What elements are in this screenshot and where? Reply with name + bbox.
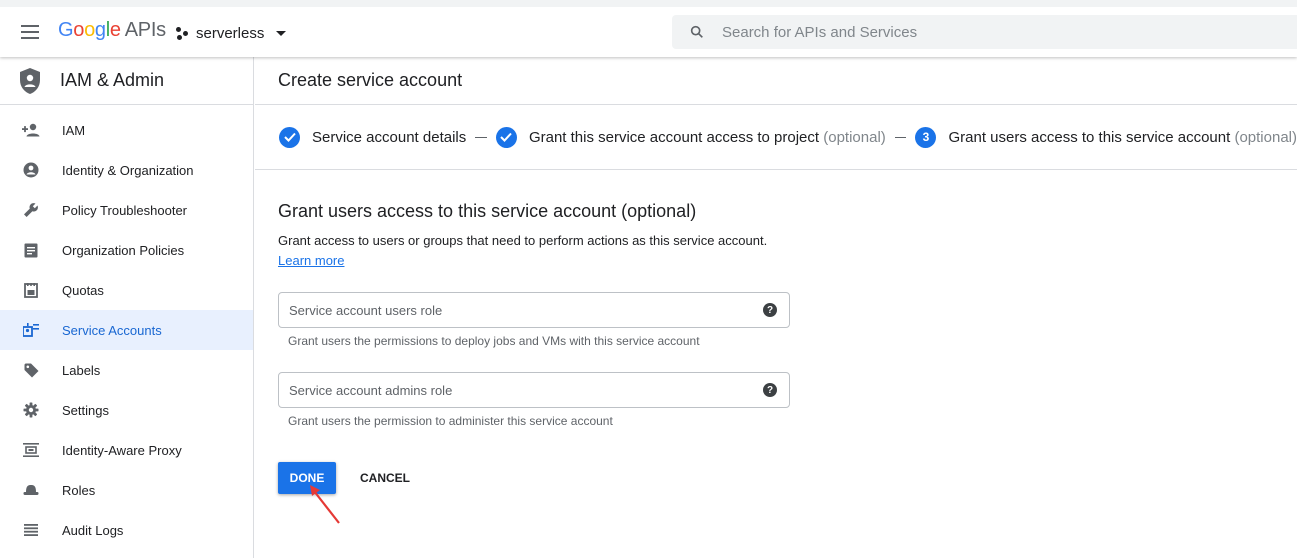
help-icon[interactable]: ? xyxy=(763,303,777,317)
sidebar: IAM & Admin IAM Identity & Organization … xyxy=(0,57,254,558)
project-icon xyxy=(176,26,190,40)
logo-letter: e xyxy=(109,19,121,41)
form-actions: DONE CANCEL xyxy=(278,462,1297,494)
sidebar-item-label: Settings xyxy=(62,402,109,418)
sidebar-item-label: Identity-Aware Proxy xyxy=(62,442,182,458)
admins-role-group: ? Grant users the permission to administ… xyxy=(278,372,1297,428)
person-add-icon xyxy=(0,123,62,137)
service-account-icon xyxy=(0,323,62,337)
check-circle-icon xyxy=(495,126,517,148)
step-connector xyxy=(894,136,907,138)
sidebar-item-identity-organization[interactable]: Identity & Organization xyxy=(0,150,253,190)
step-label-text: Grant users access to this service accou… xyxy=(948,128,1231,146)
document-icon xyxy=(0,243,62,258)
logo-suffix: APIs xyxy=(124,19,166,41)
step-2[interactable]: Grant this service account access to pro… xyxy=(495,126,886,148)
sidebar-item-quotas[interactable]: Quotas xyxy=(0,270,253,310)
stepper: Service account details Grant this servi… xyxy=(255,105,1297,170)
project-selector[interactable]: serverless xyxy=(176,21,287,45)
help-icon[interactable]: ? xyxy=(763,383,777,397)
cancel-button[interactable]: CANCEL xyxy=(360,471,410,485)
proxy-icon xyxy=(0,443,62,457)
step-3[interactable]: 3 Grant users access to this service acc… xyxy=(915,126,1297,148)
users-role-input[interactable] xyxy=(289,302,729,318)
sidebar-item-organization-policies[interactable]: Organization Policies xyxy=(0,230,253,270)
list-icon xyxy=(0,524,62,536)
logo-letter: o xyxy=(84,19,95,41)
sidebar-item-label: Roles xyxy=(62,482,96,498)
sidebar-nav: IAM Identity & Organization Policy Troub… xyxy=(0,105,253,550)
learn-more-link[interactable]: Learn more xyxy=(278,253,344,268)
step-number: 3 xyxy=(915,126,937,148)
step-label-text: Grant this service account access to pro… xyxy=(528,128,820,146)
wrench-icon xyxy=(0,202,62,218)
sidebar-item-roles[interactable]: Roles xyxy=(0,470,253,510)
main-content: Create service account Service account d… xyxy=(255,57,1297,558)
account-circle-icon xyxy=(0,162,62,178)
search-input[interactable] xyxy=(722,23,1282,41)
sidebar-item-identity-aware-proxy[interactable]: Identity-Aware Proxy xyxy=(0,430,253,470)
form-section: Grant users access to this service accou… xyxy=(255,170,1297,494)
step-label: Grant users access to this service accou… xyxy=(948,129,1297,146)
step-label: Grant this service account access to pro… xyxy=(529,129,886,146)
logo-letter: o xyxy=(73,19,85,41)
shield-icon xyxy=(0,67,60,95)
sidebar-item-settings[interactable]: Settings xyxy=(0,390,253,430)
field-hint: Grant users the permission to administer… xyxy=(288,414,613,428)
google-apis-logo[interactable]: Google APIs xyxy=(58,19,166,42)
step-optional: (optional) xyxy=(1234,128,1297,146)
sidebar-item-label: Policy Troubleshooter xyxy=(62,202,188,218)
top-app-bar: Google APIs serverless xyxy=(0,0,1297,57)
check-circle-icon xyxy=(279,126,300,148)
tag-icon xyxy=(0,363,62,378)
sidebar-item-label: IAM xyxy=(62,122,86,138)
sidebar-item-label: Quotas xyxy=(62,282,104,298)
sidebar-item-labels[interactable]: Labels xyxy=(0,350,253,390)
service-account-users-role-field[interactable]: ? xyxy=(278,292,790,328)
sidebar-item-label: Labels xyxy=(62,362,101,378)
annotation-arrow-icon xyxy=(310,485,340,524)
search-bar[interactable] xyxy=(672,15,1297,49)
sidebar-item-label: Audit Logs xyxy=(62,522,124,538)
admins-role-input[interactable] xyxy=(289,382,729,398)
section-title: Grant users access to this service accou… xyxy=(278,201,697,221)
gear-icon xyxy=(0,402,62,418)
logo-letter: g xyxy=(94,19,106,41)
service-account-admins-role-field[interactable]: ? xyxy=(278,372,790,408)
sidebar-item-iam[interactable]: IAM xyxy=(0,110,253,150)
section-description: Grant access to users or groups that nee… xyxy=(278,233,768,248)
project-name: serverless xyxy=(196,24,265,42)
sidebar-item-label: Identity & Organization xyxy=(62,162,194,178)
step-label: Service account details xyxy=(312,128,467,146)
step-1[interactable]: Service account details xyxy=(279,126,467,148)
logo-letter: G xyxy=(58,19,74,41)
sidebar-header: IAM & Admin xyxy=(0,57,253,105)
sidebar-item-label: Service Accounts xyxy=(62,322,162,338)
sidebar-item-service-accounts[interactable]: Service Accounts xyxy=(0,310,253,350)
sidebar-title: IAM & Admin xyxy=(60,70,165,90)
field-hint: Grant users the permissions to deploy jo… xyxy=(288,334,700,348)
page-title: Create service account xyxy=(255,57,1297,105)
step-optional: (optional) xyxy=(823,128,886,146)
quota-icon xyxy=(0,282,62,298)
step-connector xyxy=(475,136,487,138)
search-icon xyxy=(672,24,722,40)
sidebar-item-label: Organization Policies xyxy=(62,242,185,258)
chevron-down-icon xyxy=(276,30,287,36)
main-menu-button[interactable] xyxy=(14,17,46,47)
hat-icon xyxy=(0,484,62,496)
sidebar-item-audit-logs[interactable]: Audit Logs xyxy=(0,510,253,550)
users-role-group: ? Grant users the permissions to deploy … xyxy=(278,292,1297,348)
sidebar-item-policy-troubleshooter[interactable]: Policy Troubleshooter xyxy=(0,190,253,230)
